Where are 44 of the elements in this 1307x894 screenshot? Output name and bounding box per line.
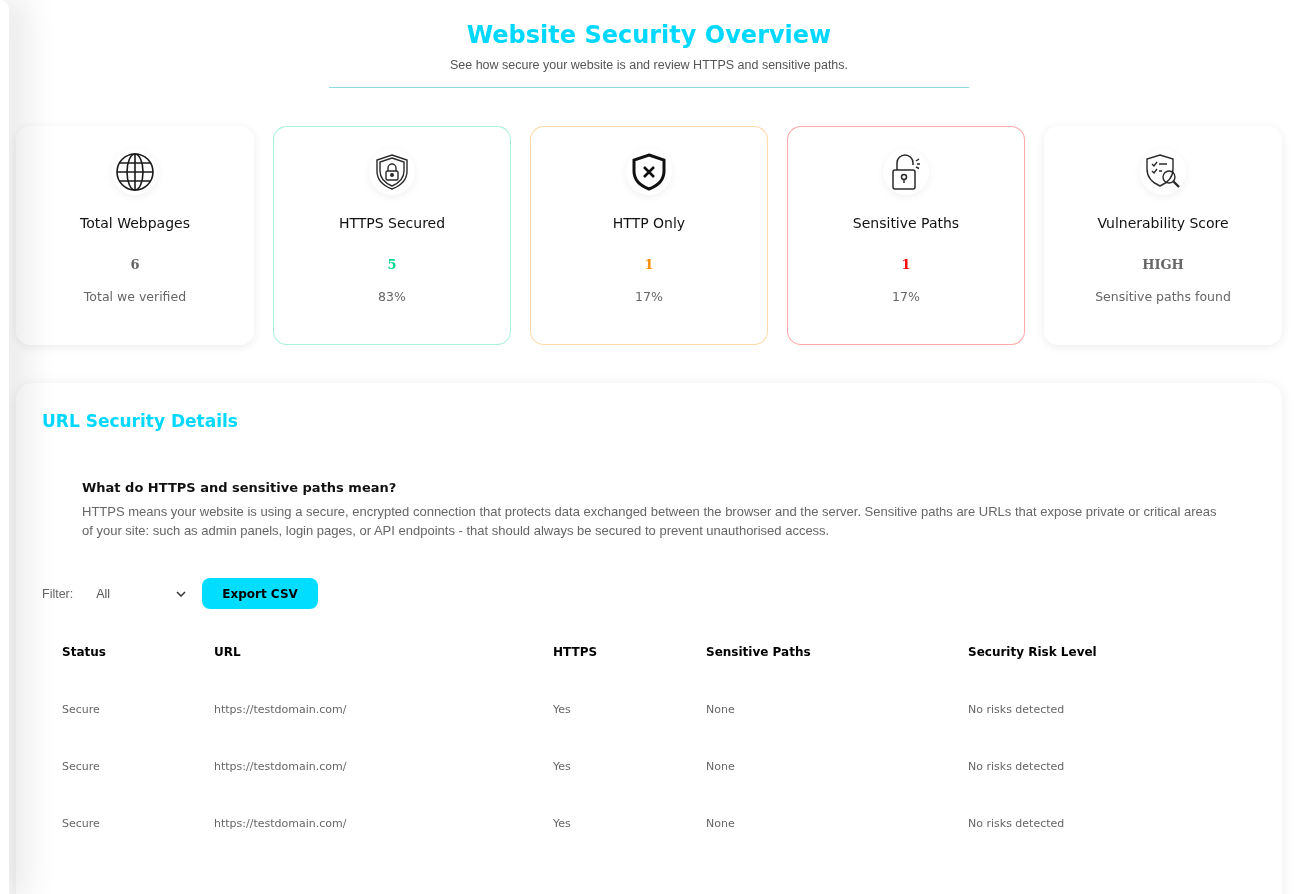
stat-value: 5 — [387, 256, 397, 274]
stat-label: Vulnerability Score — [1097, 214, 1229, 233]
table-cell-text: Secure — [62, 760, 101, 773]
table-cell-text: https://testdomain.com/ — [214, 817, 348, 830]
stat-label: HTTPS Secured — [338, 214, 446, 233]
page-subtitle: See how secure your website is and review HTTPS and sensitive paths. — [448, 57, 850, 74]
stat-value: 1 — [901, 256, 911, 274]
info-paragraph: HTTPS means your website is using a secure, encrypted connection that protects data exchanged between the browser and the server. Sensitive paths are URLs that expose private or critical areas of your site: such as admin panels, login pages, or API endpoints - that should always be secured to prevent unauthorised access. — [82, 503, 1218, 540]
table-cell-text: https://testdomain.com/ — [214, 760, 348, 773]
filter-label: Filter: — [42, 586, 74, 601]
table-cell-text: Yes — [553, 703, 572, 716]
stat-note: 83% — [378, 288, 406, 306]
column-header: Sensitive Paths — [706, 645, 812, 659]
table-cell-text: https://testdomain.com/ — [214, 703, 348, 716]
stat-value: 1 — [644, 256, 654, 274]
table-cell-text: Yes — [553, 760, 572, 773]
section-title: URL Security Details — [42, 410, 239, 433]
stat-label: Total Webpages — [80, 214, 190, 233]
table-cell-text: Secure — [62, 817, 101, 830]
table-cell-text: No risks detected — [968, 703, 1066, 716]
table-cell-text: Yes — [553, 817, 572, 830]
stat-label: HTTP Only — [612, 214, 686, 233]
stat-label: Sensitive Paths — [852, 214, 960, 233]
stat-value: 6 — [130, 256, 140, 274]
column-header: Status — [62, 645, 107, 659]
stat-note: 17% — [892, 288, 920, 306]
table-cell-text: None — [706, 703, 736, 716]
info-heading: What do HTTPS and sensitive paths mean? — [82, 479, 398, 497]
page-title: Website Security Overview — [465, 20, 833, 51]
export-csv-button[interactable]: Export CSV — [202, 578, 318, 609]
table-cell-text: None — [706, 760, 736, 773]
table-cell-text: Secure — [62, 703, 101, 716]
stat-value: HIGH — [1142, 256, 1184, 274]
filter-select[interactable]: All — [96, 578, 189, 609]
stat-note: Sensitive paths found — [1095, 288, 1231, 306]
column-header: URL — [214, 645, 242, 659]
table-cell-text: No risks detected — [968, 760, 1066, 773]
table-cell-text: No risks detected — [968, 817, 1066, 830]
column-header: HTTPS — [553, 645, 599, 659]
stat-note: Total we verified — [83, 288, 187, 306]
stat-note: 17% — [635, 288, 663, 306]
table-cell-text: None — [706, 817, 736, 830]
chevron-down-icon — [176, 590, 187, 597]
column-header: Security Risk Level — [968, 645, 1098, 659]
